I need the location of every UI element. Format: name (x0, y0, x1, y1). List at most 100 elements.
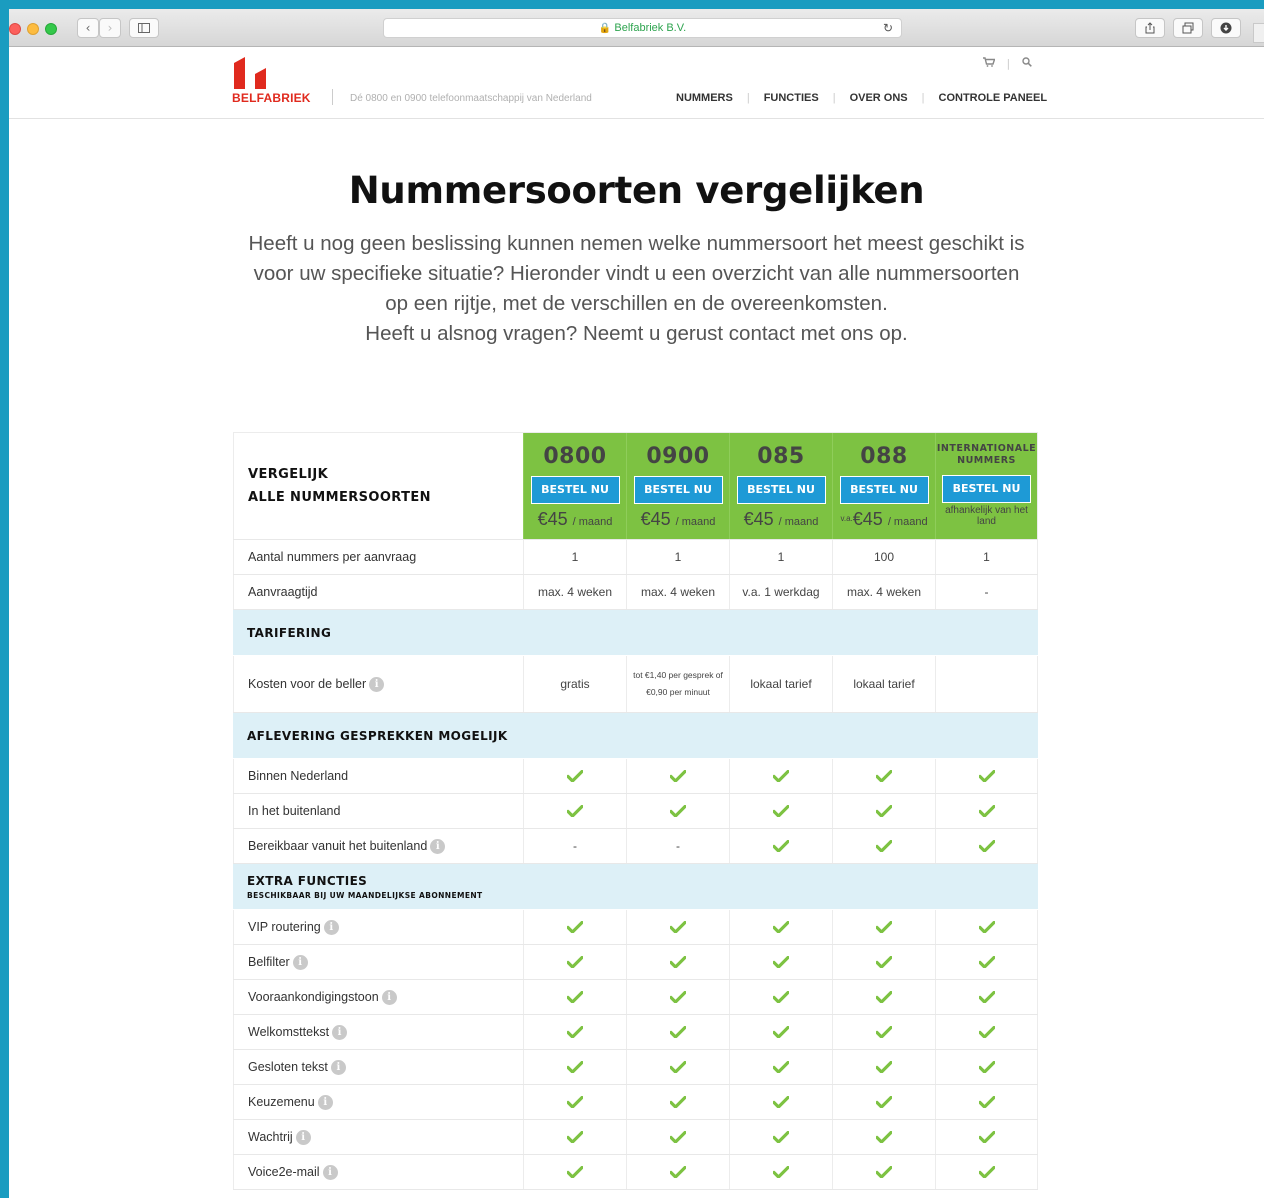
info-icon[interactable]: i (369, 676, 385, 692)
table-cell (935, 829, 1038, 863)
info-icon[interactable]: i (330, 1059, 346, 1075)
table-row: In het buitenland (233, 794, 1038, 829)
nav-controle-paneel[interactable]: CONTROLE PANEEL (939, 92, 1048, 104)
table-cell (935, 1085, 1038, 1119)
browser-titlebar: ‹ › 🔒 Belfabriek B.V. ↻ (9, 9, 1264, 47)
reload-icon[interactable]: ↻ (883, 19, 893, 37)
nav-functies[interactable]: FUNCTIES (764, 92, 819, 104)
table-cell: 1 (523, 540, 626, 574)
forward-button[interactable]: › (99, 18, 121, 38)
table-cell (729, 980, 832, 1014)
order-button-internationaal[interactable]: BESTEL NU (942, 475, 1031, 503)
table-row: Keuzemenu i (233, 1085, 1038, 1120)
check-icon (670, 991, 686, 1003)
row-label: VIP routering i (233, 910, 523, 944)
table-cell (935, 1155, 1038, 1189)
table-cell (935, 1120, 1038, 1154)
table-cell (626, 980, 729, 1014)
info-icon[interactable]: i (295, 1129, 311, 1145)
intro-line: Heeft u nog geen beslissing kunnen nemen… (248, 232, 1025, 255)
minimize-window-button[interactable] (27, 23, 39, 35)
info-icon[interactable]: i (332, 1024, 348, 1040)
info-icon[interactable]: i (317, 1094, 333, 1110)
belfabriek-logo-icon[interactable] (233, 57, 267, 89)
row-label-text: Welkomsttekst (248, 1025, 330, 1039)
tagline: Dé 0800 en 0900 telefoonmaatschappij van… (350, 93, 592, 104)
table-row: Bereikbaar vanuit het buitenland i - - (233, 829, 1038, 864)
check-icon (978, 956, 995, 968)
info-icon[interactable]: i (430, 838, 446, 854)
check-icon (773, 1131, 789, 1143)
close-window-button[interactable] (9, 23, 21, 35)
order-button-0800[interactable]: BESTEL NU (530, 476, 620, 504)
table-cell (729, 1050, 832, 1084)
address-bar[interactable]: 🔒 Belfabriek B.V. ↻ (383, 18, 902, 38)
table-cell (935, 945, 1038, 979)
nav-over-ons[interactable]: OVER ONS (850, 92, 908, 104)
check-icon (567, 921, 583, 933)
row-label: Bereikbaar vanuit het buitenland i (233, 829, 523, 863)
row-label: Voice2e-mail i (233, 1155, 523, 1189)
table-cell: lokaal tarief (832, 656, 935, 712)
table-cell (523, 1085, 626, 1119)
intro-line: Heeft u alsnog vragen? Neemt u gerust co… (365, 322, 908, 345)
check-icon (567, 770, 583, 782)
table-cell: gratis (523, 656, 626, 712)
order-button-0900[interactable]: BESTEL NU (633, 476, 723, 504)
search-icon[interactable] (1022, 57, 1032, 67)
info-icon[interactable]: i (381, 989, 397, 1005)
info-icon[interactable]: i (322, 1164, 338, 1180)
check-icon (978, 770, 995, 782)
section-subtitle: BESCHIKBAAR BIJ UW MAANDELIJKSE ABONNEME… (247, 890, 483, 900)
table-cell (523, 1015, 626, 1049)
section-title-block: EXTRA FUNCTIES BESCHIKBAAR BIJ UW MAANDE… (233, 864, 483, 909)
comparison-table: VERGELIJK ALLE NUMMERSOORTEN 0800 BESTEL… (233, 432, 1038, 1190)
chevron-left-icon: ‹ (85, 21, 91, 35)
check-icon (773, 840, 789, 852)
share-button[interactable] (1135, 18, 1165, 38)
info-icon[interactable]: i (292, 954, 308, 970)
check-icon (773, 1096, 789, 1108)
table-cell (729, 1155, 832, 1189)
table-row: Binnen Nederland (233, 759, 1038, 794)
info-icon[interactable]: i (323, 919, 339, 935)
table-cell (626, 1085, 729, 1119)
check-icon (978, 840, 995, 852)
table-cell: tot €1,40 per gesprek of €0,90 per minuu… (626, 656, 729, 712)
browser-window: ‹ › 🔒 Belfabriek B.V. ↻ BELFABRIEK Dé 08… (9, 9, 1264, 1198)
check-icon (567, 1061, 583, 1073)
table-cell (626, 1015, 729, 1049)
order-button-085[interactable]: BESTEL NU (736, 476, 826, 504)
table-cell (832, 759, 935, 793)
table-cell (626, 910, 729, 944)
tabs-overview-button[interactable] (1173, 18, 1203, 38)
plan-name: 088 (860, 444, 908, 469)
table-heading-line: VERGELIJK (248, 467, 329, 482)
price-prefix: v.a. (840, 514, 853, 523)
price-period: / maand (887, 516, 928, 528)
check-icon (670, 956, 686, 968)
logo-wordmark[interactable]: BELFABRIEK (232, 91, 311, 105)
check-icon (876, 1096, 892, 1108)
check-icon (773, 1166, 789, 1178)
table-cell: 1 (729, 540, 832, 574)
table-header-row: VERGELIJK ALLE NUMMERSOORTEN 0800 BESTEL… (233, 432, 1038, 540)
nav-nummers[interactable]: NUMMERS (676, 92, 733, 104)
check-icon (670, 805, 686, 817)
check-icon (773, 770, 789, 782)
nav-divider: | (921, 92, 925, 104)
cart-icon[interactable] (983, 57, 996, 67)
table-cell (523, 1155, 626, 1189)
table-row: Belfilter i (233, 945, 1038, 980)
sidebar-icon (138, 23, 150, 33)
sidebar-toggle-button[interactable] (129, 18, 159, 38)
zoom-window-button[interactable] (45, 23, 57, 35)
row-label: Belfilter i (233, 945, 523, 979)
back-button[interactable]: ‹ (77, 18, 99, 38)
order-button-088[interactable]: BESTEL NU (839, 476, 929, 504)
check-icon (978, 1166, 995, 1178)
section-header-aflevering: AFLEVERING GESPREKKEN MOGELIJK (233, 713, 1038, 759)
table-cell (729, 759, 832, 793)
row-label: Binnen Nederland (233, 759, 523, 793)
downloads-button[interactable] (1211, 18, 1241, 38)
